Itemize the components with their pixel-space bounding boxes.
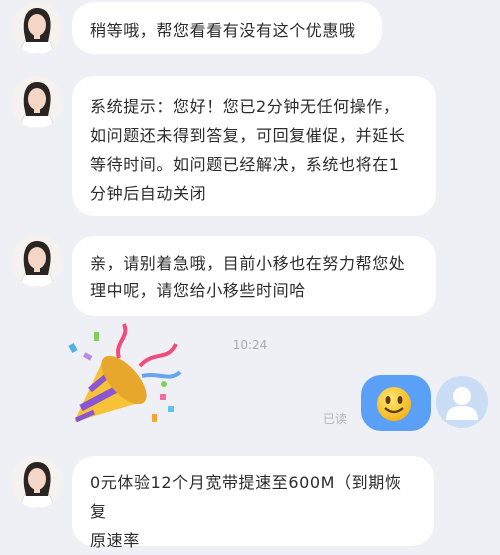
agent-message-bubble[interactable]: 0元体验12个月宽带提速至600M（到期恢复 原速率 [72, 456, 434, 550]
agent-avatar-icon [11, 2, 63, 54]
message-line: 原速率 [90, 531, 140, 550]
message-line: 0元体验12个月宽带提速至600M（到期恢复 [90, 473, 402, 521]
smiley-face-icon [377, 387, 411, 421]
message-line: 亲，请别着急哦，目前小移也在努力帮您处 [90, 254, 406, 273]
message-line: 分钟后自动关闭 [90, 184, 207, 203]
system-prompt-message-bubble[interactable]: 系统提示：您好！您已2分钟无任何操作， 如问题还未得到答复，可回复催促，并延长 … [72, 76, 436, 216]
message-timestamp: 10:24 [232, 338, 268, 352]
agent-avatar[interactable] [11, 456, 63, 508]
agent-avatar[interactable] [11, 235, 63, 287]
message-text: 稍等哦，帮您看看有没有这个优惠哦 [90, 21, 356, 40]
agent-avatar[interactable] [11, 2, 63, 54]
party-popper-icon [68, 323, 182, 423]
agent-avatar-icon [11, 456, 63, 508]
agent-avatar-icon [11, 235, 63, 287]
user-avatar[interactable] [436, 376, 488, 428]
agent-avatar-icon [11, 76, 63, 128]
message-line: 系统提示：您好！您已2分钟无任何操作， [90, 97, 400, 116]
message-line: 理中呢，请您给小移些时间哈 [90, 281, 306, 300]
message-line: 等待时间。如问题已经解决，系统也将在1 [90, 155, 400, 174]
message-line: 如问题还未得到答复，可回复催促，并延长 [90, 126, 406, 145]
user-message-bubble[interactable] [361, 375, 431, 431]
agent-avatar[interactable] [11, 76, 63, 128]
user-avatar-icon [436, 376, 488, 428]
agent-message-bubble[interactable]: 稍等哦，帮您看看有没有这个优惠哦 [72, 2, 382, 54]
agent-message-bubble[interactable]: 亲，请别着急哦，目前小移也在努力帮您处 理中呢，请您给小移些时间哈 [72, 236, 436, 316]
read-status: 已读 [323, 412, 348, 426]
